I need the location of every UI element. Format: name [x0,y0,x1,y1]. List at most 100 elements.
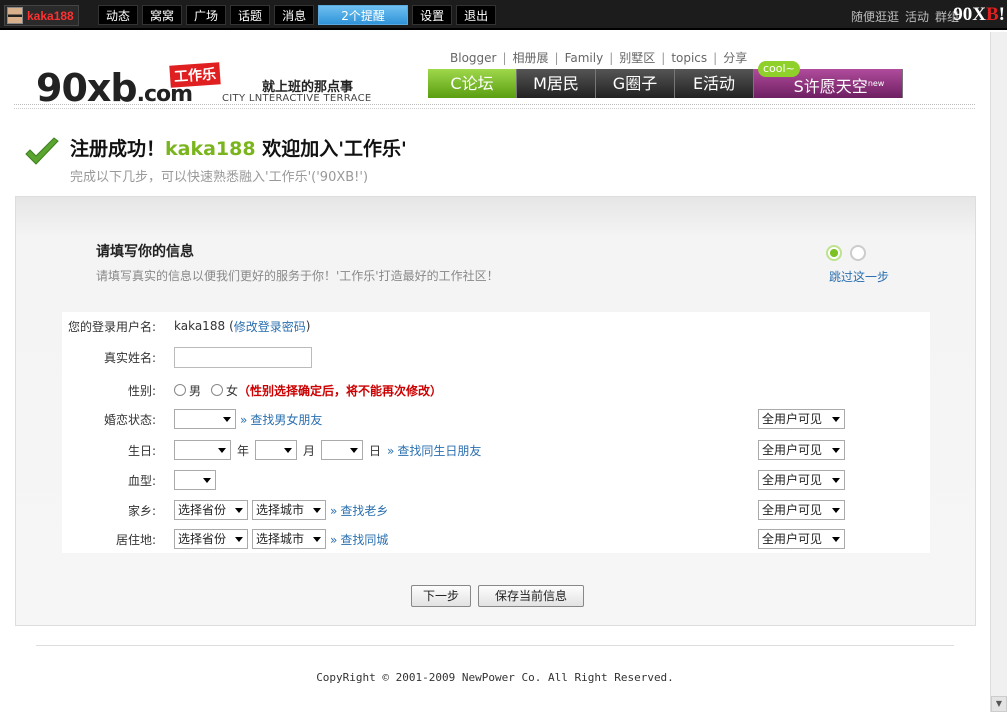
row-login: 您的登录用户名: kaka188 (修改登录密码) [62,314,311,338]
residence-visibility-select[interactable]: 全用户可见 [758,529,845,549]
login-label: 您的登录用户名: [67,319,156,334]
residence-city-select[interactable]: 选择城市 [252,529,326,549]
chevron-down-icon [223,417,231,422]
gender-warning: （性别选择确定后，将不能再次修改） [238,383,443,398]
gender-male-label: 男 [189,383,202,398]
nav-reminders[interactable]: 2个提醒 [318,5,409,25]
marital-select[interactable] [174,409,236,429]
login-value: kaka188 [174,319,226,333]
row-marital: 婚恋状态: » 查找男女朋友 全用户可见 [62,407,930,431]
nav-settings[interactable]: 设置 [412,5,453,25]
header-links: Blogger | 相册展 | Family | 别墅区 | topics | 分享 [450,49,748,66]
tab-circles[interactable]: G圈子 [596,69,675,98]
nav-dynamic[interactable]: 动态 [98,5,139,25]
brand-main: 90X [953,4,986,25]
tab-residents[interactable]: M居民 [517,69,596,98]
blood-visibility-select[interactable]: 全用户可见 [758,470,845,490]
link-album[interactable]: 相册展 [513,49,549,66]
chevron-down-icon [832,508,840,513]
top-bar: kaka188 动态 窝窝 广场 话题 消息 2个提醒 设置 退出 随便逛逛 活… [0,0,1007,30]
panel-description: 请填写真实的信息以便我们更好的服务于你！'工作乐'打造最好的工作社区！ [96,269,499,283]
link-villa[interactable]: 别墅区 [619,49,655,66]
year-unit: 年 [237,443,250,458]
nav-square[interactable]: 广场 [186,5,227,25]
brand-mark[interactable]: 90XB! [953,4,1005,26]
skip-step-link[interactable]: 跳过这一步 [829,268,889,285]
panel-title: 请填写你的信息 [96,244,194,260]
success-prefix: 注册成功！ [70,138,166,160]
row-birthday: 生日: 年 月 日 » 查找同生日朋友 全用户可见 [62,438,930,462]
chevron-down-icon [313,537,321,542]
blood-select[interactable] [174,470,216,490]
link-family[interactable]: Family [565,51,604,65]
hometown-province-select[interactable]: 选择省份 [174,500,248,520]
user-badge[interactable]: kaka188 [4,5,79,26]
hometown-city-select[interactable]: 选择城市 [252,500,326,520]
success-suffix: 欢迎加入'工作乐' [255,138,407,160]
birth-month-select[interactable] [255,440,298,460]
find-same-city-link[interactable]: » 查找同城 [330,531,388,548]
username[interactable]: kaka188 [27,9,74,23]
scroll-down-arrow-icon[interactable]: ▼ [991,696,1007,712]
change-password-link[interactable]: 修改登录密码 [234,318,306,335]
find-partner-link[interactable]: » 查找男女朋友 [240,411,322,428]
chevron-down-icon [235,508,243,513]
check-icon [25,137,59,165]
step-indicator [826,245,866,261]
nav-logout[interactable]: 退出 [456,5,497,25]
chevron-down-icon [218,448,226,453]
tab-forum[interactable]: C论坛 [428,69,517,98]
chevron-down-icon [832,537,840,542]
gender-label: 性别: [127,383,156,398]
birthday-visibility-select[interactable]: 全用户可见 [758,440,845,460]
marital-visibility-select[interactable]: 全用户可见 [758,409,845,429]
marital-label: 婚恋状态: [103,412,156,427]
birthday-label: 生日: [127,443,156,458]
chevron-down-icon [350,448,359,453]
profile-form: 您的登录用户名: kaka188 (修改登录密码) 真实姓名: 性别: 男 女 … [62,312,930,553]
avatar[interactable] [7,7,23,24]
brand-bang: ! [998,4,1005,25]
link-browse[interactable]: 随便逛逛 [851,8,899,25]
nav-messages[interactable]: 消息 [274,5,315,25]
blood-label: 血型: [127,473,156,488]
row-hometown: 家乡: 选择省份 选择城市 » 查找老乡 全用户可见 [62,498,930,522]
brand-b: B [985,4,999,25]
step-1-dot [826,245,842,261]
next-step-button[interactable]: 下一步 [411,585,471,607]
main-tabs: C论坛 M居民 G圈子 E活动 cool~ S许愿天空new [428,61,903,98]
tab-wish-sky[interactable]: cool~ S许愿天空new [754,61,903,98]
chevron-down-icon [832,417,840,422]
realname-input[interactable] [174,346,312,368]
residence-province-select[interactable]: 选择省份 [174,529,248,549]
hometown-visibility-select[interactable]: 全用户可见 [758,500,845,520]
vertical-scrollbar[interactable]: ▼ [990,32,1007,712]
link-topics[interactable]: topics [671,51,707,65]
top-nav: 动态 窝窝 广场 话题 消息 2个提醒 设置 退出 [98,5,497,25]
paren-close: ) [305,319,311,333]
hometown-label: 家乡: [127,503,156,518]
gender-male-radio[interactable] [174,384,186,396]
gender-female-label: 女 [226,383,239,398]
copyright: CopyRight © 2001-2009 NewPower Co. All R… [316,671,674,684]
step-2-dot [850,245,866,261]
nav-topics[interactable]: 话题 [230,5,271,25]
chevron-down-icon [235,537,243,542]
tab-events[interactable]: E活动 [675,69,754,98]
footer-divider [36,645,954,646]
gender-female-radio[interactable] [211,384,224,396]
find-birthday-friends-link[interactable]: » 查找同生日朋友 [387,442,481,459]
link-share[interactable]: 分享 [723,49,747,66]
realname-label: 真实姓名: [103,350,156,365]
chevron-down-icon [203,478,211,483]
save-info-button[interactable]: 保存当前信息 [478,585,584,607]
chevron-down-icon [313,508,321,513]
success-username: kaka188 [165,138,256,160]
link-activities[interactable]: 活动 [905,8,929,25]
birth-day-select[interactable] [321,440,364,460]
find-townsmen-link[interactable]: » 查找老乡 [330,502,388,519]
link-blogger[interactable]: Blogger [450,51,496,65]
nav-nest[interactable]: 窝窝 [142,5,183,25]
birth-year-select[interactable] [174,440,231,460]
header-divider-2 [14,108,975,109]
